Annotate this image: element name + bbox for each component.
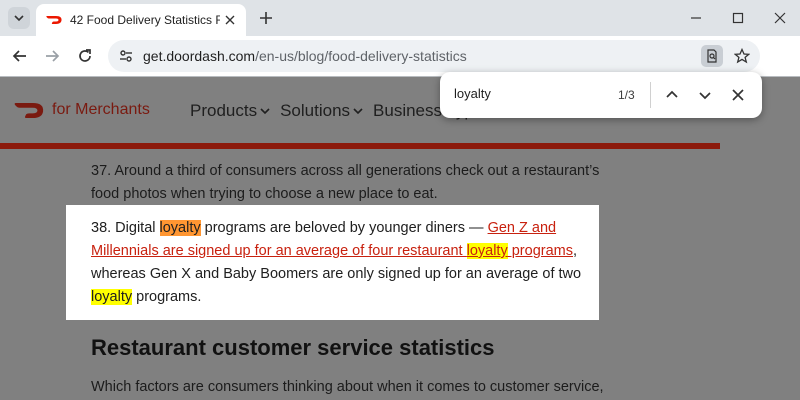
find-input[interactable]	[454, 86, 604, 101]
close-icon	[774, 12, 786, 24]
browser-tab-active[interactable]: 42 Food Delivery Statistics Restaurant O…	[36, 4, 246, 36]
tab-title: 42 Food Delivery Statistics Restaurant O…	[70, 13, 220, 27]
find-in-page-button[interactable]	[701, 45, 723, 67]
arrow-right-icon	[46, 50, 60, 62]
header-accent-bar	[0, 143, 720, 149]
find-bar-divider	[650, 82, 651, 108]
tab-strip: 42 Food Delivery Statistics Restaurant O…	[0, 0, 800, 36]
url-host: get.doordash.com	[143, 48, 256, 64]
plus-icon	[260, 12, 272, 24]
address-bar[interactable]: get.doordash.com/en-us/blog/food-deliver…	[108, 40, 760, 72]
minimize-icon	[691, 17, 701, 19]
find-in-page-icon	[707, 49, 717, 63]
web-page: for Merchants Products Solutions Busines…	[0, 77, 800, 400]
find-close-button[interactable]	[728, 85, 748, 105]
star-icon	[734, 48, 750, 64]
maximize-icon	[732, 12, 744, 24]
chevron-down-icon	[353, 108, 363, 115]
close-window-button[interactable]	[770, 8, 790, 28]
para38-text-4: programs.	[132, 289, 202, 305]
tab-search-button[interactable]	[8, 7, 30, 29]
minimize-button[interactable]	[686, 8, 706, 28]
chevron-up-icon	[666, 90, 678, 98]
doordash-favicon-icon	[46, 12, 62, 28]
chevron-down-icon	[260, 108, 270, 115]
find-match-count: 1/3	[618, 88, 635, 102]
close-icon	[732, 89, 744, 101]
reload-icon	[79, 49, 91, 62]
chevron-down-icon	[14, 15, 24, 22]
maximize-button[interactable]	[728, 8, 748, 28]
logo-text: for Merchants	[52, 101, 150, 118]
url-text: get.doordash.com/en-us/blog/food-deliver…	[143, 48, 467, 64]
reload-button[interactable]	[75, 46, 95, 66]
doordash-logo[interactable]: for Merchants	[14, 101, 150, 119]
url-path: /en-us/blog/food-delivery-statistics	[255, 48, 467, 64]
article-paragraph-next: Which factors are consumers thinking abo…	[91, 379, 604, 395]
nav-item-solutions[interactable]: Solutions	[280, 101, 363, 121]
para38-text-2: programs are beloved by younger diners —	[200, 220, 488, 236]
para38-text-1: 38. Digital	[91, 220, 160, 236]
article-paragraph-37: 37. Around a third of consumers across a…	[91, 163, 600, 202]
tune-icon	[120, 50, 132, 62]
browser-toolbar: get.doordash.com/en-us/blog/food-deliver…	[0, 36, 800, 76]
find-match: loyalty	[91, 289, 133, 305]
link-text-b: programs	[507, 243, 573, 259]
find-match-active: loyalty	[159, 220, 201, 236]
nav-item-label: Solutions	[280, 101, 351, 120]
forward-button[interactable]	[42, 46, 62, 66]
back-button[interactable]	[10, 46, 30, 66]
tab-close-icon[interactable]	[222, 12, 238, 28]
chevron-down-icon	[699, 92, 711, 100]
doordash-logo-icon	[14, 102, 44, 118]
find-match: loyalty	[466, 243, 508, 259]
nav-item-label: Products	[190, 101, 258, 120]
find-match-spotlight: 38. Digital loyalty programs are beloved…	[66, 205, 599, 320]
site-info-button[interactable]	[116, 46, 136, 66]
bookmark-star-button[interactable]	[732, 46, 752, 66]
new-tab-button[interactable]	[256, 8, 276, 28]
find-bar: 1/3	[440, 72, 762, 118]
section-heading: Restaurant customer service statistics	[91, 335, 495, 360]
arrow-left-icon	[12, 50, 26, 62]
find-next-button[interactable]	[695, 85, 715, 105]
find-previous-button[interactable]	[662, 85, 682, 105]
nav-item-products[interactable]: Products	[190, 101, 270, 121]
article-paragraph-38: 38. Digital loyalty programs are beloved…	[91, 217, 591, 309]
